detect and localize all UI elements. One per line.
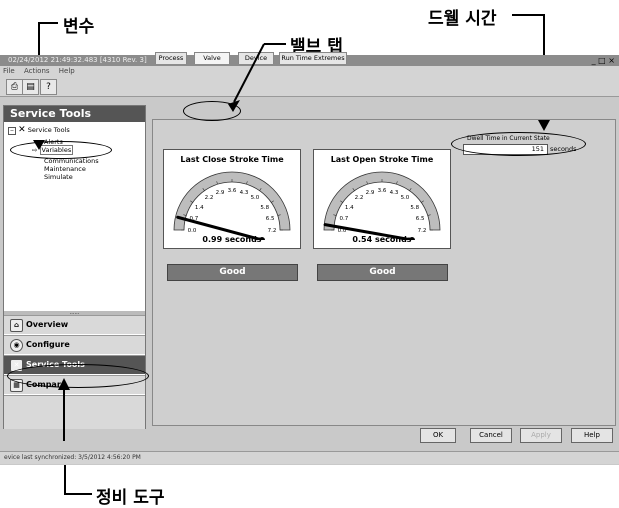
highlight-dwell (451, 132, 586, 156)
callout-service-tools: 정비 도구 (96, 488, 165, 508)
gauge-tick-label: 7.2 (418, 228, 427, 234)
gauge-close-value: 0.99 seconds (202, 235, 262, 244)
nav-overview-label: Overview (26, 320, 69, 329)
pane-header: Service Tools (4, 106, 145, 122)
gauge-tick-label: 2.2 (205, 195, 214, 201)
status-badge-close: Good (167, 264, 298, 281)
highlight-valve-tab (183, 101, 241, 121)
tab-device[interactable]: Device (238, 52, 274, 64)
menu-bar: File Actions Help (0, 66, 619, 76)
wrench-icon: ✕ (18, 125, 26, 135)
tree-item-maintenance[interactable]: Maintenance (44, 165, 86, 173)
nav-bottom-blank (4, 395, 145, 429)
gauge-tick-label: 4.3 (390, 190, 399, 196)
gauge-open-title: Last Open Stroke Time (330, 155, 434, 164)
house-icon: ⌂ (10, 319, 23, 332)
gauge-close-title: Last Close Stroke Time (180, 155, 284, 164)
window-controls[interactable]: _ □ × (592, 55, 615, 66)
gauge-tick-label: 4.3 (240, 190, 249, 196)
gauge-tick-label: 5.0 (401, 195, 410, 201)
gauge-tick-label: 1.4 (195, 205, 204, 211)
callout-valve-tab-line-h (264, 43, 286, 45)
gauge-open-stroke: Last Open Stroke Time 0.0 0.7 1.4 2.2 2.9 3.6… (313, 149, 451, 249)
nav-overview[interactable]: ⌂ Overview (4, 315, 145, 334)
tab-run-time-extremes[interactable]: Run Time Extremes (279, 52, 347, 64)
toolbar: ⎙ ▤ ? (0, 76, 619, 97)
gauge-close-dial: 0.00.71.42.22.9 3.6 4.35.05.86.57.2 (173, 171, 291, 240)
callout-variables-line-h (38, 22, 58, 24)
gauge-tick-label: 3.6 (228, 188, 237, 194)
apply-button[interactable]: Apply (520, 428, 562, 443)
gauge-tick-label: 6.5 (266, 216, 275, 222)
status-badge-open: Good (317, 264, 448, 281)
print-icon[interactable]: ⎙ (6, 79, 23, 95)
gauge-tick-label: 5.0 (251, 195, 260, 201)
nav-configure-label: Configure (26, 340, 70, 349)
gauge-open-value: 0.54 seconds (352, 235, 412, 244)
gauge-tick-label: 2.9 (366, 190, 375, 196)
tree-root-label: Service Tools (27, 126, 70, 134)
window-title: 02/24/2012 21:49:32.483 [4310 Rev. 3] (8, 56, 147, 64)
gauge-tick-label: 7.2 (268, 228, 277, 234)
highlight-variables (10, 141, 112, 159)
gauge-tick-label: 5.8 (260, 205, 269, 211)
gauge-tick-label: 2.2 (355, 195, 364, 201)
help-button[interactable]: Help (571, 428, 613, 443)
ok-button[interactable]: OK (420, 428, 456, 443)
callout-service-line-h (64, 493, 92, 495)
gauge-close-stroke: Last Close Stroke Time 0.0 0.7 1.4 2.2 2.9 3.… (163, 149, 301, 249)
callout-dwell-line-h (512, 14, 545, 16)
menu-file[interactable]: File (3, 67, 15, 75)
gauge-tick-label: 5.8 (410, 205, 419, 211)
menu-actions[interactable]: Actions (24, 67, 50, 75)
status-bar-text: evice last synchronized: 3/5/2012 4:56:2… (4, 454, 141, 461)
tree-item-simulate[interactable]: Simulate (44, 173, 73, 181)
tab-process[interactable]: Process (155, 52, 187, 64)
gauge-tick-label: 2.9 (216, 190, 225, 196)
gauge-tick-label: 1.4 (345, 205, 354, 211)
nav-configure[interactable]: ◉ Configure (4, 335, 145, 354)
gauge-tick-label: 3.6 (378, 188, 387, 194)
help-pointer-icon[interactable]: ? (40, 79, 57, 95)
configure-icon: ◉ (10, 339, 23, 352)
tree-root[interactable]: − ✕ Service Tools (8, 125, 70, 135)
gauge-tick-label: 0.0 (188, 228, 197, 234)
gauge-open-dial: 0.00.71.42.22.9 3.6 4.35.05.86.57.2 (323, 171, 441, 240)
tab-valve[interactable]: Valve (194, 52, 230, 64)
cancel-button[interactable]: Cancel (470, 428, 512, 443)
callout-variables: 변수 (63, 17, 95, 37)
gauge-tick-label: 6.5 (416, 216, 425, 222)
print-preview-icon[interactable]: ▤ (22, 79, 39, 95)
gauge-tick-label: 0.7 (339, 216, 348, 222)
tree-expand-icon[interactable]: − (8, 127, 16, 135)
callout-dwell-time: 드웰 시간 (428, 9, 497, 29)
menu-help[interactable]: Help (59, 67, 75, 75)
highlight-service-tools (7, 364, 149, 388)
status-bar: evice last synchronized: 3/5/2012 4:56:2… (0, 451, 619, 464)
